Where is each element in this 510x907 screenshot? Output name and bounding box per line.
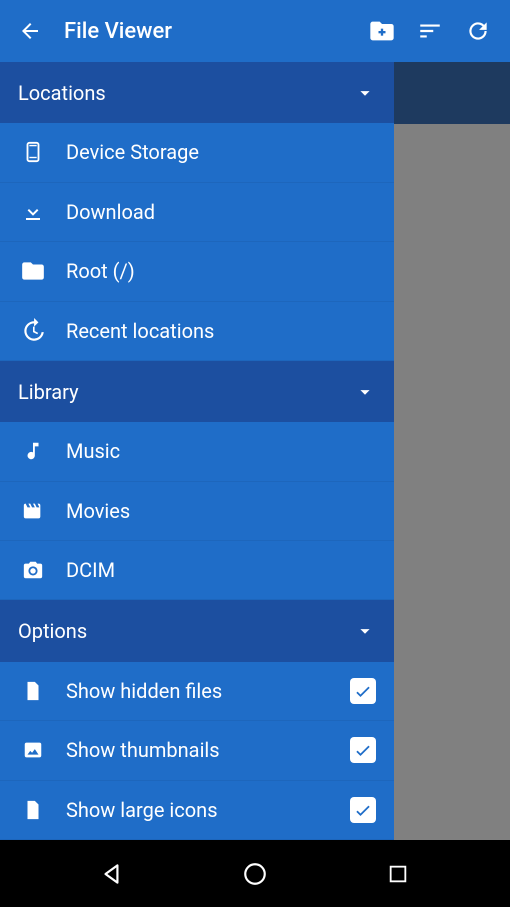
toolbar-title: File Viewer (64, 19, 172, 44)
file-icon (22, 797, 44, 823)
screen: File Viewer Locations (0, 0, 510, 907)
check-icon (353, 800, 373, 820)
drawer-item-label: Movies (66, 499, 376, 523)
file-icon (22, 678, 44, 704)
toolbar: File Viewer (0, 0, 510, 62)
section-header-label: Locations (18, 81, 354, 105)
drawer-item-show-thumbnails[interactable]: Show thumbnails (0, 721, 394, 780)
section-options-header[interactable]: Options (0, 600, 394, 661)
section-header-label: Options (18, 619, 354, 643)
drawer-item-label: Device Storage (66, 140, 376, 164)
music-note-icon (22, 438, 44, 464)
history-icon (20, 318, 46, 344)
image-icon (21, 739, 45, 761)
triangle-back-icon (99, 861, 125, 887)
chevron-down-icon (354, 381, 376, 403)
chevron-down-icon (354, 82, 376, 104)
nav-home-button[interactable] (225, 854, 285, 894)
folder-icon (20, 258, 46, 284)
movie-icon (20, 500, 46, 522)
check-icon (353, 681, 373, 701)
navigation-drawer: Locations Device Storage Download Root (… (0, 62, 394, 840)
drawer-item-label: Root (/) (66, 259, 376, 283)
chevron-down-icon (354, 620, 376, 642)
new-folder-icon (368, 17, 396, 45)
square-recent-icon (387, 863, 409, 885)
drawer-item-dcim[interactable]: DCIM (0, 541, 394, 600)
checkbox-show-thumbnails[interactable] (350, 737, 376, 763)
drawer-item-label: Show hidden files (66, 679, 350, 703)
circle-home-icon (242, 861, 268, 887)
back-button[interactable] (8, 9, 52, 53)
drawer-item-label: Music (66, 439, 376, 463)
section-header-label: Library (18, 380, 354, 404)
drawer-item-label: Recent locations (66, 319, 376, 343)
phone-icon (22, 138, 44, 166)
sort-icon (417, 18, 443, 44)
check-icon (353, 740, 373, 760)
drawer-item-label: Download (66, 200, 376, 224)
section-locations-header[interactable]: Locations (0, 62, 394, 123)
section-library-header[interactable]: Library (0, 361, 394, 422)
drawer-item-show-hidden[interactable]: Show hidden files (0, 662, 394, 721)
drawer-item-label: Show thumbnails (66, 738, 350, 762)
drawer-item-music[interactable]: Music (0, 422, 394, 481)
drawer-item-device-storage[interactable]: Device Storage (0, 123, 394, 182)
drawer-item-label: DCIM (66, 558, 376, 582)
nav-recent-button[interactable] (368, 854, 428, 894)
arrow-back-icon (18, 19, 42, 43)
drawer-item-show-large-icons[interactable]: Show large icons (0, 781, 394, 840)
refresh-button[interactable] (454, 9, 502, 53)
checkbox-show-large-icons[interactable] (350, 797, 376, 823)
drawer-item-recent-locations[interactable]: Recent locations (0, 302, 394, 361)
download-icon (21, 200, 45, 224)
sort-button[interactable] (406, 9, 454, 53)
drawer-item-label: Show large icons (66, 798, 350, 822)
camera-icon (20, 559, 46, 581)
drawer-item-root[interactable]: Root (/) (0, 242, 394, 301)
new-folder-button[interactable] (358, 9, 406, 53)
checkbox-show-hidden[interactable] (350, 678, 376, 704)
nav-back-button[interactable] (82, 854, 142, 894)
system-navbar (0, 840, 510, 907)
app-area: File Viewer Locations (0, 0, 510, 840)
drawer-item-download[interactable]: Download (0, 183, 394, 242)
drawer-item-movies[interactable]: Movies (0, 482, 394, 541)
refresh-icon (465, 18, 491, 44)
